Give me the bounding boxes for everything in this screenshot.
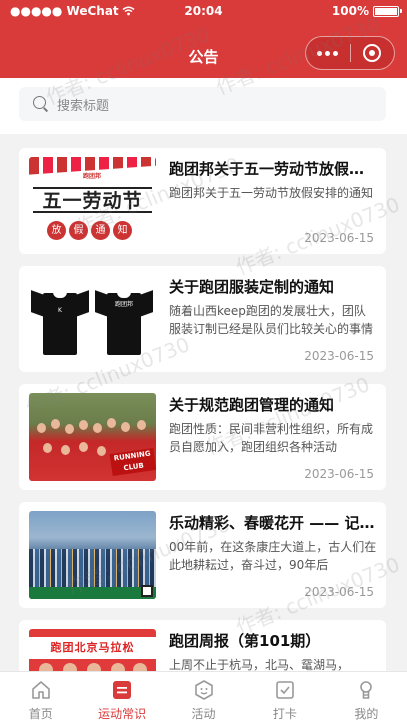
article-date: 2023-06-15	[304, 467, 374, 481]
person-face	[137, 420, 146, 430]
checkin-icon	[274, 679, 296, 701]
search-placeholder: 搜索标题	[57, 98, 110, 114]
person-face	[61, 445, 70, 455]
thumbnail-chip: 假	[69, 221, 88, 240]
tab-activity[interactable]: 活动	[163, 672, 244, 727]
person-face	[107, 418, 116, 428]
article-summary: 跑团邦关于五一劳动节放假安排的通知	[169, 186, 374, 200]
article-summary: 随着山西keep跑团的发展壮大，团队服装订制已经是队员们比较关心的事情	[169, 304, 374, 336]
thumbnail-chips: 放 假 通 知	[47, 221, 132, 240]
article-card[interactable]: RUNNING CLUB 关于规范跑团管理的通知 跑团性质：民间非营利性组织，所…	[19, 384, 386, 490]
tab-home[interactable]: 首页	[0, 672, 81, 727]
close-button[interactable]	[350, 37, 394, 69]
tab-sports-knowledge[interactable]: 运动常识	[81, 672, 162, 727]
article-title: 跑团邦关于五一劳动节放假安排的通知	[169, 160, 377, 178]
thumbnail-headline: 五一劳动节	[33, 187, 152, 213]
tshirt-logo: 跑团邦	[114, 301, 133, 308]
tab-label: 首页	[28, 707, 53, 721]
article-date: 2023-06-15	[304, 231, 374, 245]
thumbnail-chip: 放	[47, 221, 66, 240]
person-face	[79, 420, 88, 430]
search-section: 搜索标题	[0, 78, 407, 134]
profile-icon	[355, 679, 377, 701]
tshirt-body	[43, 293, 77, 355]
person-face	[79, 442, 88, 452]
more-dots-icon	[325, 50, 331, 56]
more-dots-icon	[317, 50, 323, 56]
tab-profile[interactable]: 我的	[326, 672, 407, 727]
nav-bar: 公告	[0, 22, 407, 78]
tshirt-back-image: 跑团邦	[95, 285, 153, 355]
photo-caption-strip	[29, 587, 156, 599]
article-card[interactable]: 乐动精彩、春暖花开 —— 记一次跑步活动 00年前，在这条康庄大道上，古人们在此…	[19, 502, 386, 608]
battery-percent: 100%	[331, 4, 369, 18]
battery-status: 100%	[331, 4, 402, 18]
status-bar: ●●●●● WeChat 20:04 100%	[0, 0, 407, 22]
article-thumbnail	[29, 511, 156, 599]
more-menu-button[interactable]	[306, 37, 350, 69]
person-face	[93, 423, 102, 433]
tab-label: 运动常识	[98, 707, 147, 721]
qr-code-icon	[141, 585, 153, 597]
article-thumbnail: K 跑团邦	[29, 275, 156, 363]
tab-checkin[interactable]: 打卡	[244, 672, 325, 727]
activity-icon	[193, 679, 215, 701]
more-dots-icon	[333, 50, 339, 56]
tab-label: 我的	[354, 707, 379, 721]
search-input[interactable]: 搜索标题	[19, 87, 386, 121]
article-thumbnail: RUNNING CLUB	[29, 393, 156, 481]
article-title: 乐动精彩、春暖花开 —— 记一次跑步活动	[169, 514, 377, 532]
thumbnail-chip: 通	[91, 221, 110, 240]
thumbnail-chip: 知	[113, 221, 132, 240]
crowd-photo	[29, 549, 156, 587]
tab-label: 打卡	[272, 707, 297, 721]
mini-program-capsule	[305, 36, 395, 70]
home-icon	[30, 679, 52, 701]
document-icon	[111, 679, 133, 701]
bottom-tab-bar: 首页 运动常识 活动 打卡 我的	[0, 671, 407, 727]
article-date: 2023-06-15	[304, 349, 374, 363]
thumbnail-sign: 跑团北京马拉松	[29, 637, 156, 659]
article-title: 关于跑团服装定制的通知	[169, 278, 335, 296]
person-face	[43, 443, 52, 453]
person-face	[65, 424, 74, 434]
search-icon	[33, 96, 49, 112]
person-face	[121, 422, 130, 432]
article-list: 跑团邦 五一劳动节 放 假 通 知 跑团邦关于五一劳动节放假安排的通知 跑团邦关…	[19, 148, 386, 727]
person-face	[37, 423, 46, 433]
article-summary: 00年前，在这条康庄大道上，古人们在此地耕耘过，奋斗过，90年后	[169, 540, 377, 572]
article-thumbnail: 跑团邦 五一劳动节 放 假 通 知	[29, 157, 156, 245]
article-title: 关于规范跑团管理的通知	[169, 396, 335, 414]
article-date: 2023-06-15	[304, 585, 374, 599]
close-dot-icon	[369, 50, 376, 56]
tshirt-logo: K	[58, 307, 62, 314]
thumbnail-logo: 跑团邦	[82, 173, 101, 180]
article-summary: 跑团性质：民间非营利性组织，所有成员自愿加入，跑团组织各种活动	[169, 422, 374, 454]
article-title: 跑团周报（第101期）	[169, 632, 321, 650]
article-card[interactable]: K 跑团邦 关于跑团服装定制的通知 随着山西keep跑团的发展壮大，团队服装订制…	[19, 266, 386, 372]
person-face	[97, 446, 106, 456]
club-banner: RUNNING CLUB	[109, 448, 156, 476]
article-card[interactable]: 跑团邦 五一劳动节 放 假 通 知 跑团邦关于五一劳动节放假安排的通知 跑团邦关…	[19, 148, 386, 254]
battery-icon	[373, 5, 402, 17]
close-ring-icon	[363, 44, 382, 62]
tshirt-front-image: K	[31, 285, 89, 355]
person-face	[51, 419, 60, 429]
tab-label: 活动	[191, 707, 216, 721]
